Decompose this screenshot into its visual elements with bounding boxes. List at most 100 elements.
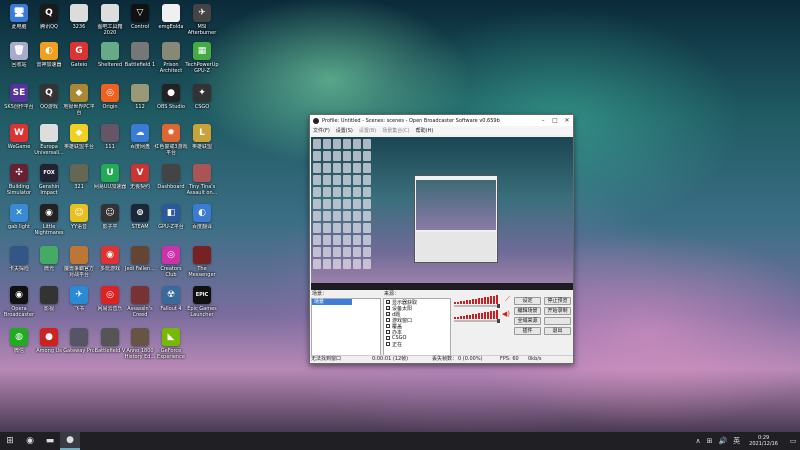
desktop-icon[interactable]: 图吧工具箱2020 bbox=[94, 4, 126, 42]
desktop-icon[interactable]: Europa Universali... bbox=[33, 124, 65, 162]
desktop-icon[interactable]: Dashboard bbox=[155, 164, 187, 202]
obs-taskbar-icon[interactable]: ● bbox=[60, 432, 80, 450]
desktop-icon[interactable]: ● Among Us bbox=[33, 328, 65, 366]
source-checkbox[interactable] bbox=[386, 324, 390, 328]
desktop-icon[interactable]: ✣ Building Simulator bbox=[3, 164, 35, 202]
desktop-icon[interactable]: ◣ GeForce Experience bbox=[155, 328, 187, 366]
start-button[interactable]: ⊞ bbox=[0, 432, 20, 450]
desktop-icon[interactable]: ✈ MSI Afterburner bbox=[186, 4, 218, 42]
menu-settings[interactable]: 设置(S) bbox=[336, 127, 353, 134]
desktop-icon[interactable]: ◎ 网易云音乐 bbox=[94, 286, 126, 324]
desktop-icon[interactable]: Battlefield V bbox=[94, 328, 126, 366]
desktop-icon[interactable]: ✕ gab light bbox=[3, 204, 35, 242]
menu-settings-b[interactable]: 设置(B) bbox=[359, 127, 376, 134]
desktop-icon[interactable]: The Messenger bbox=[186, 246, 218, 284]
desktop-icon[interactable]: Q QQ游戏 bbox=[33, 84, 65, 122]
menu-scene-collection[interactable]: 场景集合(C) bbox=[382, 127, 409, 134]
desktop-icon[interactable]: 卡夫探险 bbox=[3, 246, 35, 284]
desktop-icon[interactable]: ▦ TechPowerUp GPU-Z bbox=[185, 42, 219, 80]
desktop-icon[interactable]: ☁ 百度网盘 bbox=[124, 124, 156, 162]
desktop-icon[interactable]: W WeGame bbox=[3, 124, 35, 162]
source-checkbox[interactable]: ✓ bbox=[386, 300, 390, 305]
desktop-icon[interactable]: Gateway Pro bbox=[63, 328, 95, 366]
desktop-icon[interactable]: 🗑 回收站 bbox=[3, 42, 35, 80]
desktop-icon[interactable]: Prison Architect bbox=[155, 42, 187, 80]
desktop-icon[interactable]: ◐ 百度翻译 bbox=[186, 204, 218, 242]
source-checkbox[interactable] bbox=[386, 336, 390, 340]
desktop-icon[interactable]: ☺ 影子平 bbox=[94, 204, 126, 242]
desktop-icon[interactable]: emgEolda bbox=[155, 4, 187, 42]
desktop-icon[interactable]: L 英雄联盟 bbox=[186, 124, 218, 162]
desktop-icon[interactable]: U 网易UU加速器 bbox=[94, 164, 126, 202]
volume-icon[interactable]: 🔊 bbox=[718, 437, 727, 445]
source-item[interactable]: 正在 bbox=[384, 341, 450, 348]
desktop-icon[interactable]: ◉ Opera Broadcaster bbox=[3, 286, 35, 324]
source-checkbox[interactable]: ✓ bbox=[386, 306, 390, 311]
exit-button[interactable]: 退出 bbox=[544, 327, 571, 335]
mic-volume-slider[interactable] bbox=[454, 304, 500, 308]
desktop-icon[interactable]: 🖥 此电脑 bbox=[3, 4, 35, 42]
desktop-icon[interactable]: ◎ Creators Club bbox=[155, 246, 187, 284]
desktop-icon[interactable]: 微光 bbox=[33, 246, 65, 284]
desktop-icon[interactable]: ◎ Origin bbox=[94, 84, 126, 122]
source-checkbox[interactable]: ✓ bbox=[386, 312, 390, 317]
desktop-icon[interactable]: ◆ 地狱世界PC平台 bbox=[63, 84, 95, 122]
source-checkbox[interactable] bbox=[386, 318, 390, 322]
scene-item[interactable]: 场景 bbox=[312, 299, 352, 305]
menu-file[interactable]: 文件(F) bbox=[313, 127, 330, 134]
desktop-icon[interactable]: 3236 bbox=[63, 4, 95, 42]
chrome-taskbar-icon[interactable]: ◉ bbox=[20, 432, 40, 450]
desktop-icon[interactable]: V 无畏契约 bbox=[124, 164, 156, 202]
speaker-icon[interactable]: ◀) bbox=[502, 310, 510, 318]
plugins-button[interactable]: 插件 bbox=[514, 327, 541, 335]
notification-icon[interactable]: ▭ bbox=[786, 432, 800, 450]
scene-list[interactable]: 场景 bbox=[311, 298, 381, 356]
desktop-icon[interactable]: Assassin's Creed bbox=[124, 286, 156, 324]
source-checkbox[interactable] bbox=[386, 342, 390, 346]
desktop-icon[interactable]: 影视 bbox=[33, 286, 65, 324]
desktop-icon[interactable]: Q 腾讯QQ bbox=[33, 4, 65, 42]
input-method-icon[interactable]: 英 bbox=[733, 436, 740, 446]
network-icon[interactable]: ⊞ bbox=[707, 437, 713, 445]
global-sources-button[interactable]: 全域来源 bbox=[514, 317, 541, 325]
desktop-icon[interactable]: ☢ Fallout 4 bbox=[155, 286, 187, 324]
desktop-icon[interactable]: G Gateio bbox=[63, 42, 95, 80]
source-list[interactable]: ✓ 显示器获取 ✓ 设备太阳 ✓ d题 游戏窗口 覆盖 办本 CSGO 正在 bbox=[383, 298, 451, 356]
desktop-icon[interactable]: Sheltered bbox=[94, 42, 126, 80]
menu-help[interactable]: 帮助(H) bbox=[416, 127, 434, 134]
source-checkbox[interactable] bbox=[386, 330, 390, 334]
desktop-volume-slider[interactable] bbox=[454, 319, 500, 323]
desktop-icon[interactable]: ✹ 红色警戒3游戏平台 bbox=[154, 124, 188, 162]
desktop-icon[interactable]: ☺ YY语音 bbox=[63, 204, 95, 242]
clock[interactable]: 0:29 2021/12/16 bbox=[749, 435, 778, 447]
desktop-icon[interactable]: 111 bbox=[94, 124, 126, 162]
desktop-icon[interactable]: 112 bbox=[124, 84, 156, 122]
desktop-icon[interactable]: ◍ 微信 bbox=[3, 328, 35, 366]
tray-overflow-icon[interactable]: ∧ bbox=[695, 437, 700, 445]
file-explorer-taskbar-icon[interactable]: ▬ bbox=[40, 432, 60, 450]
desktop-icon[interactable]: ◉ Little Nightmares bbox=[33, 204, 65, 242]
maximize-icon[interactable]: □ bbox=[549, 117, 561, 124]
settings-button[interactable]: 设定 bbox=[514, 297, 541, 305]
desktop-icon[interactable]: 魔兽争霸官方对战平台 bbox=[63, 246, 95, 284]
desktop-icon[interactable]: Tiny Tina's Assault on... bbox=[186, 164, 218, 202]
desktop-icon[interactable]: Anno 1800 History Ed... bbox=[124, 328, 156, 366]
desktop-icon[interactable]: ✈ 飞书 bbox=[63, 286, 95, 324]
desktop-icon[interactable]: FOX Genshin Impact bbox=[33, 164, 65, 202]
edit-scene-button[interactable]: 编辑场景 bbox=[514, 307, 541, 315]
minimize-icon[interactable]: – bbox=[537, 117, 549, 124]
stop-preview-button[interactable]: 停止预览 bbox=[544, 297, 571, 305]
close-icon[interactable]: ✕ bbox=[561, 117, 573, 124]
desktop-icon[interactable]: EPIC Epic Games Launcher bbox=[186, 286, 218, 324]
desktop-icon[interactable]: ◆ 英雄联盟平台 bbox=[63, 124, 95, 162]
desktop-icon[interactable]: ✦ CSGO bbox=[186, 84, 218, 122]
start-record-button[interactable]: 开始录制 bbox=[544, 307, 571, 315]
desktop-icon[interactable]: Battlefield 1 bbox=[124, 42, 156, 80]
desktop-icon[interactable]: ◧ GPU-Z平台 bbox=[155, 204, 187, 242]
desktop-icon[interactable]: 321 bbox=[63, 164, 95, 202]
desktop-icon[interactable]: ⊚ STEAM bbox=[124, 204, 156, 242]
desktop-icon[interactable]: ● OBS Studio bbox=[155, 84, 187, 122]
desktop-icon[interactable]: Jedi Fallen... bbox=[124, 246, 156, 284]
mic-icon[interactable]: ⟋ bbox=[505, 295, 510, 304]
desktop-icon[interactable]: ◐ 雷神加速器 bbox=[33, 42, 65, 80]
